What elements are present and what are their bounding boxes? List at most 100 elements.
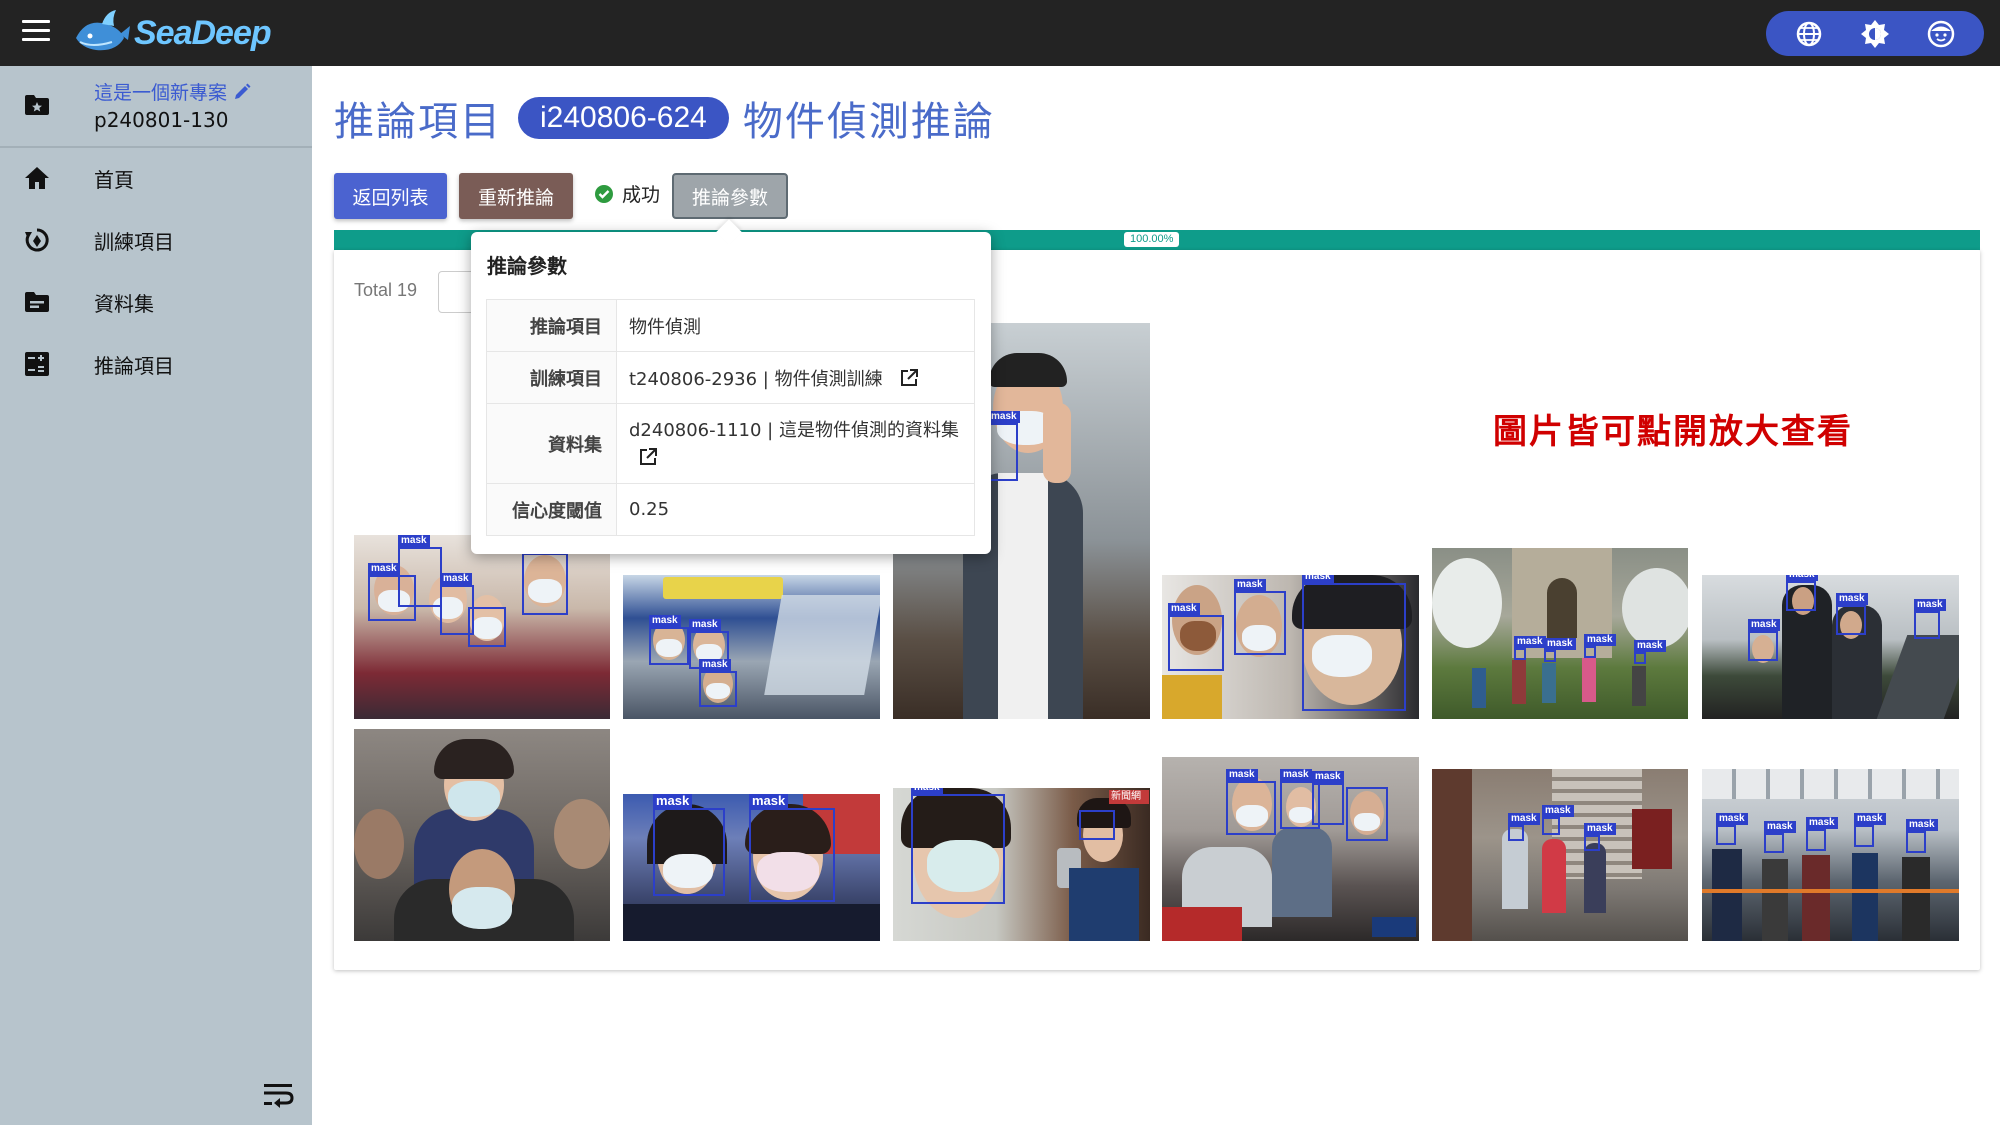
- result-thumbnail[interactable]: 新聞網 mask: [893, 788, 1150, 941]
- detection-label: mask: [398, 535, 430, 547]
- sidebar-item-label: 首頁: [94, 167, 134, 192]
- training-icon: [25, 228, 49, 252]
- detection-box: [468, 607, 506, 647]
- detection-label: mask: [1836, 593, 1868, 605]
- detection-label: mask: [1584, 634, 1616, 646]
- popover-title: 推論參數: [487, 254, 567, 278]
- detection-label: mask: [988, 411, 1020, 423]
- topbar-actions: [1766, 11, 1984, 56]
- detection-label: mask: [1854, 813, 1886, 825]
- edit-pencil-icon[interactable]: [233, 83, 251, 101]
- whale-logo-icon: [76, 10, 130, 51]
- params-row: 訓練項目 t240806-2936 | 物件偵測訓練: [486, 351, 975, 404]
- open-link-icon[interactable]: [900, 368, 919, 387]
- inference-id-chip: i240806-624: [518, 97, 729, 139]
- detection-label: mask: [1302, 575, 1334, 583]
- detection-label: mask: [368, 563, 400, 575]
- detection-label: mask: [1226, 769, 1258, 781]
- page-title-suffix: 物件偵測推論: [742, 99, 995, 145]
- param-value: 物件偵測: [616, 299, 975, 352]
- project-header: 這是一個新專案 p240801-130: [0, 66, 312, 148]
- param-key: 資料集: [486, 403, 617, 484]
- page-title-prefix: 推論項目: [334, 99, 502, 145]
- detection-box: mask: [911, 788, 1005, 904]
- params-table: 推論項目 物件偵測 訓練項目 t240806-2936 | 物件偵測訓練 資料集…: [486, 299, 975, 536]
- result-thumbnail[interactable]: mask mask mask: [1162, 575, 1419, 719]
- detection-box: mask: [1836, 593, 1868, 635]
- detection-label: mask: [1280, 769, 1312, 781]
- result-thumbnail[interactable]: mask mask: [623, 794, 880, 941]
- detection-box: [1346, 787, 1388, 841]
- params-row: 資料集 d240806-1110 | 這是物件偵測的資料集: [486, 403, 975, 484]
- detection-label: mask: [1168, 603, 1200, 615]
- detection-label: mask: [649, 615, 681, 627]
- result-thumbnail[interactable]: mask mask mask: [623, 575, 880, 719]
- detection-label: mask: [1806, 817, 1838, 829]
- detection-box: mask: [699, 659, 737, 707]
- total-count: Total 19: [354, 280, 418, 300]
- detection-box: mask: [649, 615, 689, 665]
- rerun-inference-button[interactable]: 重新推論: [459, 173, 573, 219]
- menu-icon[interactable]: [22, 20, 50, 44]
- logo[interactable]: SeaDeep: [72, 6, 272, 60]
- sidebar-item-training[interactable]: 訓練項目: [0, 212, 312, 268]
- detection-label: mask: [1786, 575, 1818, 581]
- detection-box: mask: [1226, 769, 1276, 835]
- detection-box: mask: [1584, 823, 1616, 851]
- result-thumbnail[interactable]: [354, 729, 610, 941]
- param-value-cell: t240806-2936 | 物件偵測訓練: [616, 351, 975, 404]
- detection-label: mask: [1514, 636, 1546, 648]
- detection-box: mask: [1786, 575, 1818, 611]
- detection-label: mask: [1584, 823, 1616, 835]
- detection-box: mask: [1234, 579, 1286, 655]
- param-key: 推論項目: [486, 299, 617, 352]
- home-icon: [25, 167, 49, 189]
- detection-box: mask: [749, 794, 835, 902]
- result-thumbnail[interactable]: mask mask mask mask: [1432, 548, 1688, 719]
- result-thumbnail[interactable]: mask mask mask mask: [1702, 575, 1959, 719]
- detection-box: mask: [1542, 805, 1574, 835]
- sidebar-item-label: 訓練項目: [94, 229, 174, 254]
- detection-box: mask: [1508, 813, 1540, 841]
- progress-label: 100.00%: [1124, 232, 1180, 247]
- brightness-icon[interactable]: [1860, 19, 1890, 49]
- globe-icon[interactable]: [1794, 19, 1824, 49]
- sidebar-item-inference[interactable]: 推論項目: [0, 336, 312, 392]
- detection-label: mask: [699, 659, 731, 671]
- sidebar-item-datasets[interactable]: 資料集: [0, 274, 312, 330]
- result-thumbnail[interactable]: mask mask mask: [1432, 769, 1688, 941]
- watermark-text: 新聞網: [1111, 791, 1141, 802]
- wrap-text-icon[interactable]: [262, 1081, 294, 1113]
- detection-box: mask: [1634, 640, 1666, 664]
- user-face-icon[interactable]: [1926, 19, 1956, 49]
- detection-box: mask: [1716, 813, 1748, 845]
- param-key: 訓練項目: [486, 351, 617, 404]
- inference-params-button[interactable]: 推論參數: [672, 173, 788, 219]
- top-bar: SeaDeep: [0, 0, 2000, 66]
- detection-box: mask: [1302, 575, 1406, 711]
- result-thumbnail[interactable]: mask mask mask: [354, 535, 610, 719]
- result-thumbnail[interactable]: mask mask mask: [1162, 757, 1419, 941]
- param-value-cell: d240806-1110 | 這是物件偵測的資料集: [616, 403, 975, 484]
- detection-box: mask: [1514, 636, 1546, 660]
- detection-label: mask: [653, 794, 693, 808]
- detection-box: mask: [1764, 821, 1796, 853]
- back-to-list-button[interactable]: 返回列表: [334, 173, 447, 219]
- detection-box: [1079, 810, 1115, 840]
- calculator-icon: [25, 352, 49, 376]
- check-circle-icon: [595, 184, 613, 203]
- param-value: t240806-2936 | 物件偵測訓練: [629, 368, 883, 390]
- detection-label: mask: [911, 788, 943, 794]
- status-badge: 成功: [594, 180, 660, 207]
- open-link-icon[interactable]: [639, 448, 657, 466]
- sidebar-item-home[interactable]: 首頁: [0, 150, 312, 206]
- sidebar: 這是一個新專案 p240801-130 首頁 訓練項目 資料集 推論項目: [0, 66, 312, 1125]
- project-id: p240801-130: [94, 108, 229, 132]
- detection-box: mask: [1806, 817, 1838, 851]
- project-name[interactable]: 這是一個新專案: [94, 78, 251, 105]
- detection-label: mask: [1234, 579, 1266, 591]
- page-title: 推論項目 i240806-624 物件偵測推論: [334, 88, 995, 148]
- detection-label: mask: [440, 573, 472, 585]
- status-text: 成功: [622, 184, 661, 206]
- result-thumbnail[interactable]: mask mask mask mask mask: [1702, 769, 1959, 941]
